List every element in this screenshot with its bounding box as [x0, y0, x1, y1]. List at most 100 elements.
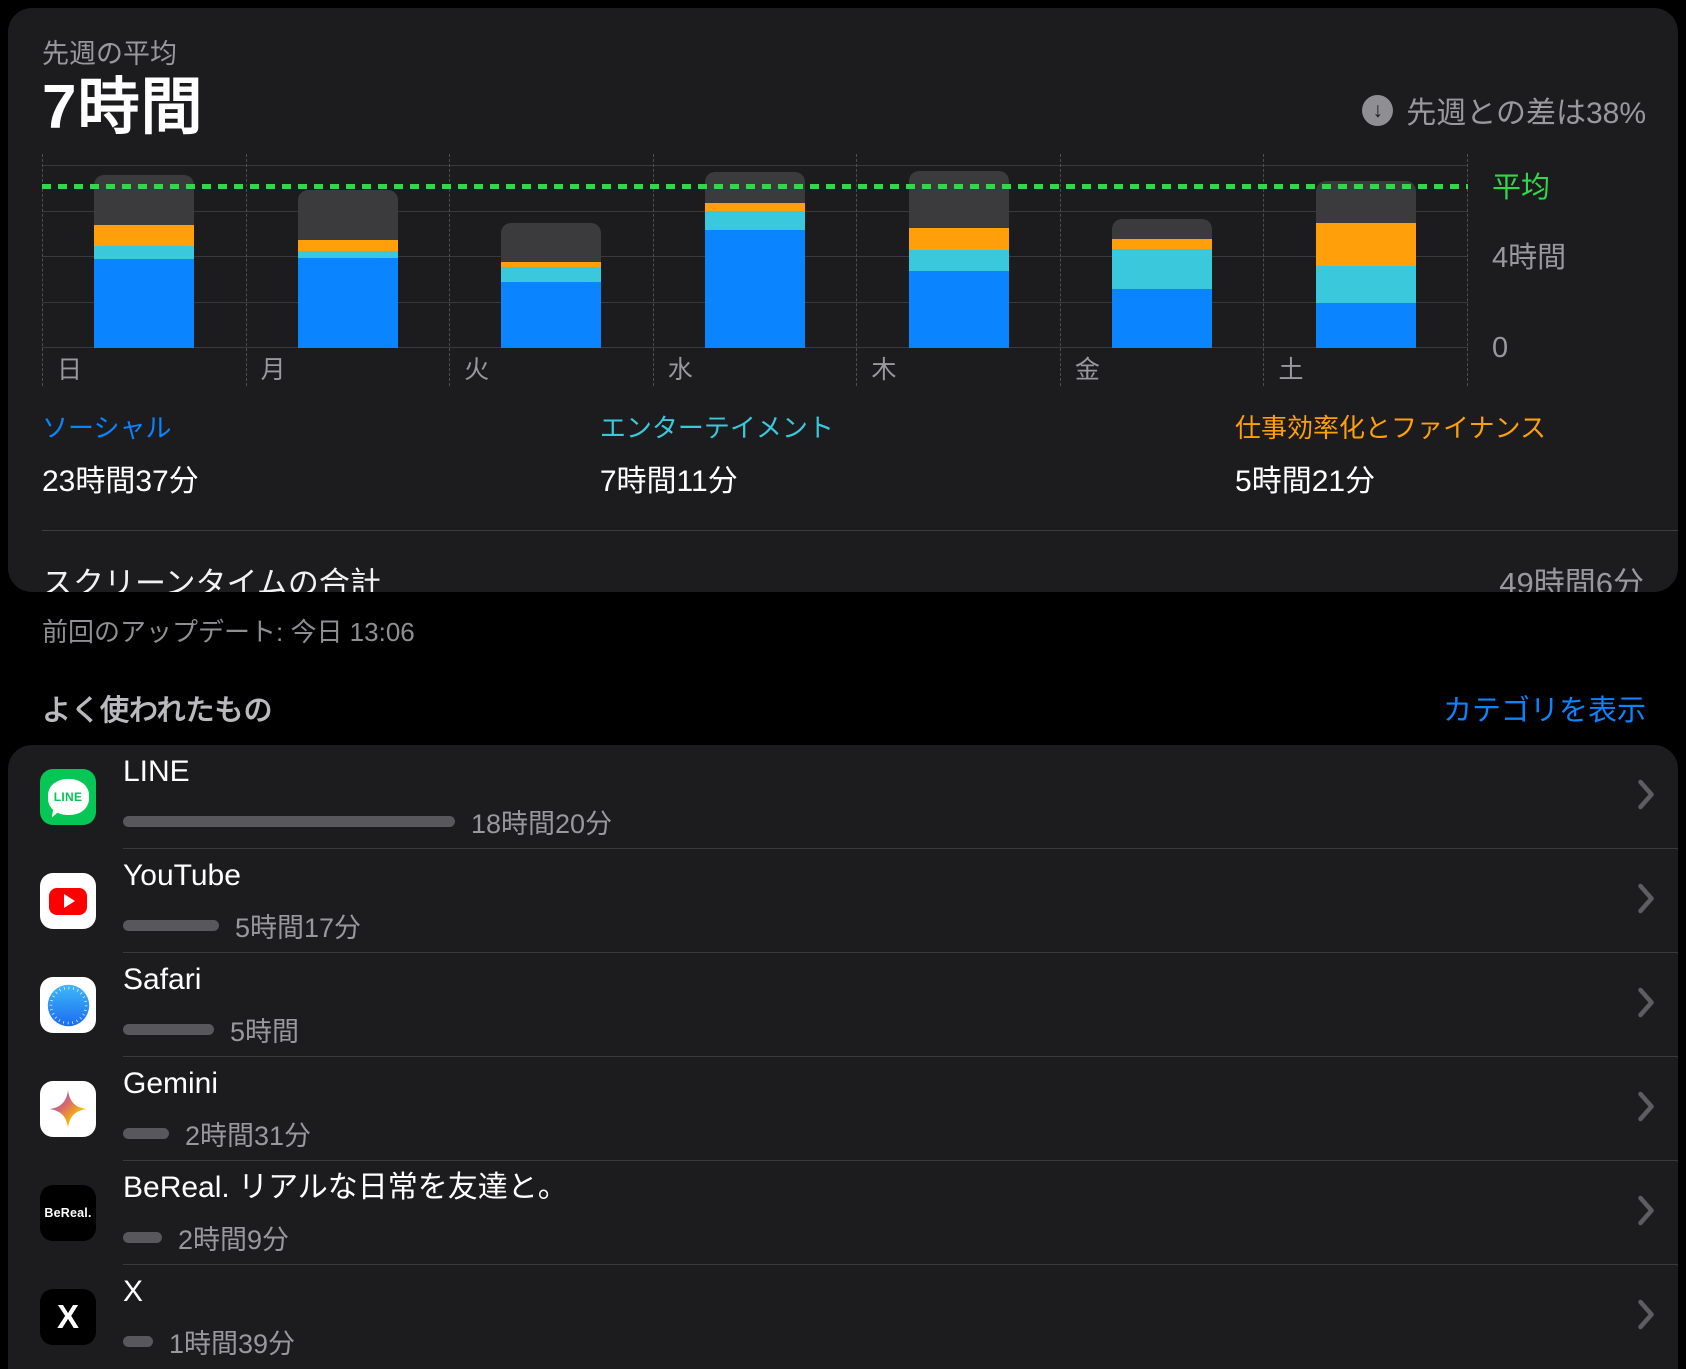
youtube-app-icon [40, 873, 96, 929]
app-name: BeReal. リアルな日常を友達と。 [123, 1171, 1608, 1204]
app-time: 5時間17分 [235, 906, 361, 945]
app-name: Safari [123, 963, 1608, 996]
chart-right-axis: 平均 4時間 0 [1468, 154, 1646, 386]
safari-app-icon [40, 977, 96, 1033]
bar-segment-entertainment [705, 211, 805, 230]
line-app-icon: LINE [40, 769, 96, 825]
average-value: 7時間 [42, 75, 203, 140]
app-usage-bar [123, 1336, 153, 1347]
bar-segment-entertainment [501, 267, 601, 282]
day-label: 木 [871, 350, 896, 386]
app-name: LINE [123, 755, 1608, 788]
gemini-app-icon [40, 1081, 96, 1137]
bar-segment-productivity [1112, 239, 1212, 249]
section-title: よく使われたもの [42, 687, 273, 729]
chart-day-column-3[interactable]: 水 [653, 154, 857, 386]
stacked-day-bar [298, 190, 398, 348]
app-usage-bar [123, 920, 219, 931]
chevron-right-icon [1638, 1092, 1654, 1127]
day-label: 日 [57, 350, 82, 386]
app-name: Gemini [123, 1067, 1608, 1100]
chart-day-column-4[interactable]: 木 [856, 154, 1060, 386]
bar-segment-productivity [705, 203, 805, 211]
chevron-right-icon [1638, 884, 1654, 919]
app-row-0[interactable]: LINE LINE 18時間20分 [40, 745, 1678, 849]
chart-day-column-2[interactable]: 火 [449, 154, 653, 386]
bar-segment-productivity [909, 228, 1009, 251]
legend-category-name: ソーシャル [42, 408, 199, 445]
app-row-4[interactable]: BeReal. BeReal. リアルな日常を友達と。 2時間9分 [40, 1161, 1678, 1265]
chevron-right-icon [1638, 780, 1654, 815]
summary-header: 先週の平均 7時間 ↓ 先週との差は38% [42, 32, 1646, 140]
chart-day-column-6[interactable]: 土 [1263, 154, 1467, 386]
app-time: 2時間31分 [185, 1114, 311, 1153]
app-name: YouTube [123, 859, 1608, 892]
x-app-icon: X [40, 1289, 96, 1345]
axis-label-0: 0 [1492, 333, 1508, 363]
most-used-apps-card: LINE LINE 18時間20分 YouTube 5時間17分 [8, 745, 1678, 1369]
average-block: 先週の平均 7時間 [42, 32, 203, 140]
legend-category-value: 7時間11分 [600, 456, 834, 500]
last-updated-text: 前回のアップデート: 今日 13:06 [42, 612, 1686, 649]
app-row-3[interactable]: Gemini 2時間31分 [40, 1057, 1678, 1161]
bar-segment-entertainment [1316, 266, 1416, 302]
bar-segment-productivity [94, 225, 194, 246]
section-header: よく使われたもの カテゴリを表示 [42, 687, 1646, 729]
stacked-day-bar [705, 172, 805, 348]
axis-label-average: 平均 [1492, 173, 1550, 203]
average-dotted-line [42, 184, 1468, 189]
usage-chart: 日 月 火 水 木 金 土 平均 4時間 0 [42, 154, 1646, 386]
bar-segment-productivity [1316, 223, 1416, 266]
legend-category-value: 23時間37分 [42, 456, 199, 500]
app-row-5[interactable]: X X 1時間39分 [40, 1265, 1678, 1369]
day-label: 金 [1075, 350, 1100, 386]
app-time: 2時間9分 [178, 1218, 289, 1257]
delta-text: 先週との差は38% [1406, 88, 1646, 132]
legend-item: ソーシャル 23時間37分 [42, 408, 199, 500]
axis-label-4h: 4時間 [1492, 243, 1566, 273]
app-usage-bar [123, 1232, 162, 1243]
delta-badge: ↓ 先週との差は38% [1362, 88, 1646, 132]
day-label: 水 [668, 350, 693, 386]
bereal-app-icon: BeReal. [40, 1185, 96, 1241]
chart-day-column-1[interactable]: 月 [246, 154, 450, 386]
app-row-2[interactable]: Safari 5時間 [40, 953, 1678, 1057]
bar-segment-other [501, 223, 601, 262]
bar-segment-productivity [298, 240, 398, 251]
total-row: スクリーンタイムの合計 49時間6分 [42, 531, 1646, 592]
bar-segment-entertainment [909, 250, 1009, 271]
category-legend: ソーシャル 23時間37分 エンターテイメント 7時間11分 仕事効率化とファイ… [42, 408, 1546, 500]
day-label: 火 [464, 350, 489, 386]
total-label: スクリーンタイムの合計 [42, 558, 381, 592]
screen-time-summary-card: 先週の平均 7時間 ↓ 先週との差は38% 日 月 火 水 木 金 土 [8, 8, 1678, 592]
app-row-1[interactable]: YouTube 5時間17分 [40, 849, 1678, 953]
chart-day-column-5[interactable]: 金 [1060, 154, 1264, 386]
chevron-right-icon [1638, 1196, 1654, 1231]
bar-segment-social [501, 282, 601, 348]
chart-day-column-0[interactable]: 日 [42, 154, 246, 386]
stacked-day-bar [1316, 181, 1416, 348]
bar-segment-social [1316, 303, 1416, 349]
legend-item: 仕事効率化とファイナンス 5時間21分 [1235, 408, 1546, 500]
bar-segment-social [909, 271, 1009, 348]
show-categories-link[interactable]: カテゴリを表示 [1443, 687, 1646, 729]
app-time: 5時間 [230, 1010, 299, 1049]
bar-segment-other [94, 175, 194, 225]
stacked-day-bar [1112, 219, 1212, 349]
app-usage-bar [123, 1024, 214, 1035]
bar-segment-other [909, 171, 1009, 228]
chart-columns: 日 月 火 水 木 金 土 [42, 154, 1468, 386]
stacked-day-bar [94, 175, 194, 348]
bar-segment-entertainment [298, 251, 398, 258]
app-time: 18時間20分 [471, 802, 612, 841]
stacked-day-bar [909, 171, 1009, 348]
stacked-day-bar [501, 223, 601, 348]
bar-segment-social [1112, 289, 1212, 348]
legend-category-name: 仕事効率化とファイナンス [1235, 408, 1546, 445]
arrow-down-circle-icon: ↓ [1362, 95, 1393, 126]
bar-segment-social [705, 230, 805, 348]
legend-item: エンターテイメント 7時間11分 [600, 408, 834, 500]
legend-category-value: 5時間21分 [1235, 456, 1546, 500]
chevron-right-icon [1638, 1300, 1654, 1335]
bar-segment-entertainment [1112, 249, 1212, 289]
